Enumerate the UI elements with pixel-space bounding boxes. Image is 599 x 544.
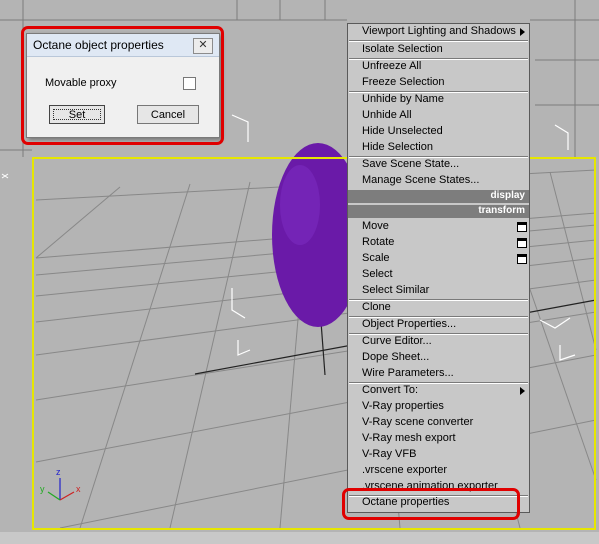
menu-item-select[interactable]: Select [348, 267, 529, 283]
close-icon[interactable]: ✕ [193, 38, 213, 54]
menu-item-save-scene-state[interactable]: Save Scene State... [348, 157, 529, 173]
menu-item-isolate-selection[interactable]: Isolate Selection [348, 42, 529, 58]
set-button[interactable]: Set [49, 105, 105, 124]
menu-item-freeze-selection[interactable]: Freeze Selection [348, 75, 529, 91]
options-box-icon[interactable] [517, 238, 527, 248]
movable-proxy-label: Movable proxy [45, 77, 117, 89]
svg-text:x: x [76, 484, 81, 494]
menu-item-vrscene-exporter[interactable]: .vrscene exporter [348, 463, 529, 479]
dialog-titlebar[interactable]: Octane object properties ✕ [27, 34, 219, 57]
menu-item-vray-scene-converter[interactable]: V-Ray scene converter [348, 415, 529, 431]
svg-text:z: z [56, 467, 61, 477]
menu-item-vray-mesh-export[interactable]: V-Ray mesh export [348, 431, 529, 447]
menu-item-octane-properties[interactable]: Octane properties [348, 495, 529, 511]
menu-item-hide-selection[interactable]: Hide Selection [348, 140, 529, 156]
svg-text:y: y [40, 484, 45, 494]
dialog-title: Octane object properties [33, 38, 164, 52]
menu-item-rotate[interactable]: Rotate [348, 235, 529, 251]
menu-item-move[interactable]: Move [348, 219, 529, 235]
menu-item-wire-parameters[interactable]: Wire Parameters... [348, 366, 529, 382]
menu-item-unhide-by-name[interactable]: Unhide by Name [348, 92, 529, 108]
menu-header-display: display [348, 190, 529, 203]
options-box-icon[interactable] [517, 254, 527, 264]
menu-item-curve-editor[interactable]: Curve Editor... [348, 334, 529, 350]
cancel-button[interactable]: Cancel [137, 105, 199, 124]
menu-item-vray-vfb[interactable]: V-Ray VFB [348, 447, 529, 463]
menu-item-clone[interactable]: Clone [348, 300, 529, 316]
menu-item-object-properties[interactable]: Object Properties... [348, 317, 529, 333]
menu-item-hide-unselected[interactable]: Hide Unselected [348, 124, 529, 140]
menu-item-manage-scene-states[interactable]: Manage Scene States... [348, 173, 529, 189]
quad-menu: Viewport Lighting and Shadows Isolate Se… [347, 23, 530, 513]
menu-item-select-similar[interactable]: Select Similar [348, 283, 529, 299]
set-button-focus-ring [53, 109, 101, 120]
menu-item-unfreeze-all[interactable]: Unfreeze All [348, 59, 529, 75]
menu-item-dope-sheet[interactable]: Dope Sheet... [348, 350, 529, 366]
viewport-bottom-strip [0, 532, 599, 544]
options-box-icon[interactable] [517, 222, 527, 232]
menu-item-vray-properties[interactable]: V-Ray properties [348, 399, 529, 415]
menu-item-unhide-all[interactable]: Unhide All [348, 108, 529, 124]
menu-header-transform: transform [348, 205, 529, 218]
menu-item-convert-to[interactable]: Convert To: [348, 383, 529, 399]
octane-object-properties-dialog: Octane object properties ✕ Movable proxy… [26, 33, 220, 138]
menu-item-scale[interactable]: Scale [348, 251, 529, 267]
submenu-arrow-icon [520, 387, 525, 395]
menu-item-vrscene-animation-exporter[interactable]: .vrscene animation exporter [348, 479, 529, 495]
menu-item-viewport-lighting[interactable]: Viewport Lighting and Shadows [348, 24, 529, 40]
submenu-arrow-icon [520, 28, 525, 36]
movable-proxy-checkbox[interactable] [183, 77, 196, 90]
